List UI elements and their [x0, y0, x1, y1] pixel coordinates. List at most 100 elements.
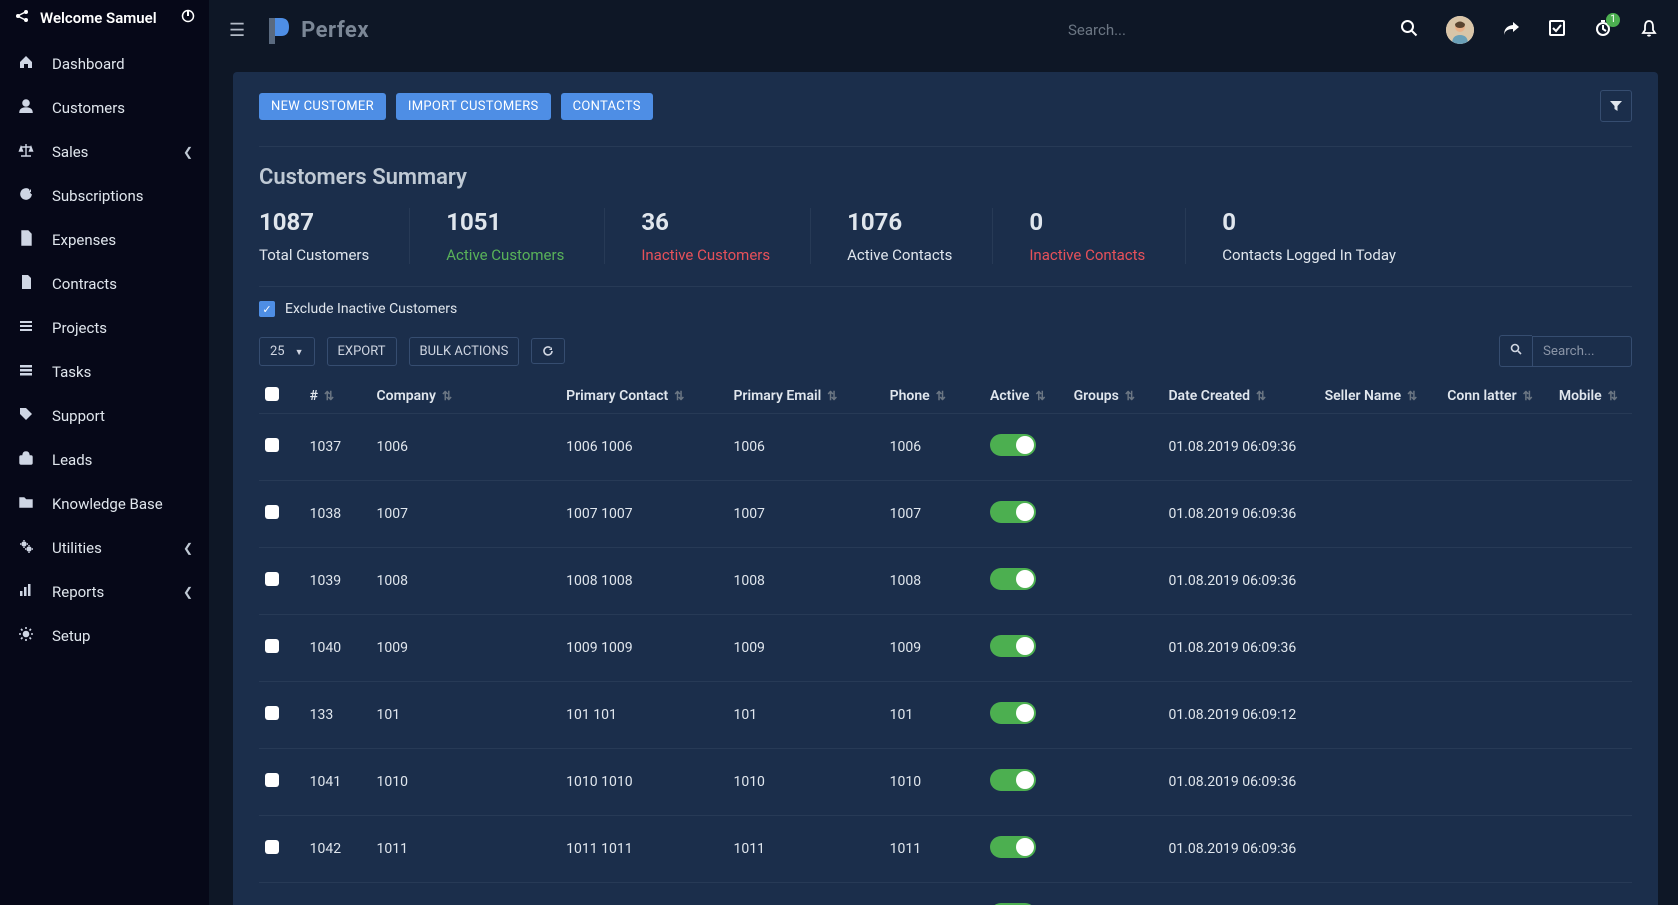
table-row: 1040 1009 1009 1009 1009 1009 01.08.2019… [259, 615, 1632, 682]
sidebar-item-knowledge-base[interactable]: Knowledge Base [0, 482, 209, 526]
export-button[interactable]: EXPORT [327, 337, 397, 366]
row-checkbox[interactable] [265, 706, 279, 720]
select-all-checkbox[interactable] [265, 387, 279, 401]
cell-company[interactable]: 1006 [371, 414, 561, 481]
cell-company[interactable]: 1009 [371, 615, 561, 682]
file-icon [16, 230, 36, 250]
sidebar-item-sales[interactable]: Sales❮ [0, 130, 209, 174]
power-icon[interactable] [181, 9, 195, 27]
cell-conn [1441, 749, 1553, 816]
page-size-select[interactable]: 25▼ [259, 337, 315, 366]
col-primary-email[interactable]: Primary Email⇅ [727, 379, 883, 414]
stats-row: 1087Total Customers1051Active Customers3… [259, 198, 1632, 287]
col-mobile[interactable]: Mobile⇅ [1553, 379, 1632, 414]
row-checkbox[interactable] [265, 505, 279, 519]
cell-company[interactable]: 101 [371, 682, 561, 749]
cell-seller [1319, 816, 1442, 883]
summary-title: Customers Summary [259, 147, 1632, 198]
cell-phone: 1007 [884, 481, 984, 548]
row-checkbox[interactable] [265, 773, 279, 787]
col-primary-contact[interactable]: Primary Contact⇅ [560, 379, 727, 414]
cell-id: 1041 [304, 749, 371, 816]
active-toggle[interactable] [990, 836, 1036, 858]
sidebar-item-leads[interactable]: Leads [0, 438, 209, 482]
col-seller-name[interactable]: Seller Name⇅ [1319, 379, 1442, 414]
sidebar-item-support[interactable]: Support [0, 394, 209, 438]
cell-company[interactable]: 1012 [371, 883, 561, 905]
active-toggle[interactable] [990, 635, 1036, 657]
brand: Perfex [267, 16, 369, 44]
stat-0: 1087Total Customers [259, 208, 410, 264]
active-toggle[interactable] [990, 501, 1036, 523]
sidebar-item-expenses[interactable]: Expenses [0, 218, 209, 262]
cell-id: 1040 [304, 615, 371, 682]
user-icon [16, 98, 36, 118]
row-checkbox[interactable] [265, 840, 279, 854]
sidebar-item-projects[interactable]: Projects [0, 306, 209, 350]
sidebar-item-reports[interactable]: Reports❮ [0, 570, 209, 614]
sidebar-item-utilities[interactable]: Utilities❮ [0, 526, 209, 570]
bell-icon[interactable] [1640, 19, 1658, 42]
stat-value: 0 [1222, 208, 1396, 236]
sidebar-item-label: Support [52, 407, 105, 425]
cell-company[interactable]: 1007 [371, 481, 561, 548]
table-search-input[interactable] [1532, 336, 1632, 367]
tag-icon [16, 406, 36, 426]
import-customers-button[interactable]: IMPORT CUSTOMERS [396, 93, 551, 120]
cell-company[interactable]: 1011 [371, 816, 561, 883]
checkbox-checked-icon[interactable]: ✓ [259, 301, 275, 317]
cell-mobile [1553, 816, 1632, 883]
exclude-inactive[interactable]: ✓ Exclude Inactive Customers [259, 287, 1632, 331]
stat-2: 36Inactive Customers [641, 208, 811, 264]
menu-toggle-icon[interactable]: ☰ [229, 20, 245, 41]
col-phone[interactable]: Phone⇅ [884, 379, 984, 414]
col-date-created[interactable]: Date Created⇅ [1162, 379, 1318, 414]
sidebar-item-customers[interactable]: Customers [0, 86, 209, 130]
active-toggle[interactable] [990, 702, 1036, 724]
row-checkbox[interactable] [265, 639, 279, 653]
active-toggle[interactable] [990, 568, 1036, 590]
active-toggle[interactable] [990, 769, 1036, 791]
sidebar-item-setup[interactable]: Setup [0, 614, 209, 658]
global-search-input[interactable] [1068, 21, 1368, 39]
sidebar-item-label: Leads [52, 451, 92, 469]
col-#[interactable]: #⇅ [304, 379, 371, 414]
forward-icon[interactable] [1502, 19, 1520, 42]
col-company[interactable]: Company⇅ [371, 379, 561, 414]
cell-contact: 1012 1012 [560, 883, 727, 905]
col-active[interactable]: Active⇅ [984, 379, 1068, 414]
row-checkbox[interactable] [265, 572, 279, 586]
sort-icon: ⇅ [1523, 389, 1533, 403]
timer-icon[interactable]: 1 [1594, 19, 1612, 42]
sidebar-item-contracts[interactable]: Contracts [0, 262, 209, 306]
cell-company[interactable]: 1010 [371, 749, 561, 816]
filter-button[interactable] [1600, 90, 1632, 122]
exclude-label: Exclude Inactive Customers [285, 301, 457, 317]
contacts-button[interactable]: CONTACTS [561, 93, 653, 120]
cell-email: 1006 [727, 414, 883, 481]
table-row: 1037 1006 1006 1006 1006 1006 01.08.2019… [259, 414, 1632, 481]
row-checkbox[interactable] [265, 438, 279, 452]
cell-conn [1441, 883, 1553, 905]
avatar[interactable] [1446, 16, 1474, 44]
refresh-button[interactable] [531, 338, 565, 364]
todo-icon[interactable] [1548, 19, 1566, 42]
brand-logo-icon [267, 16, 291, 44]
cell-email: 1009 [727, 615, 883, 682]
cell-company[interactable]: 1008 [371, 548, 561, 615]
col-groups[interactable]: Groups⇅ [1068, 379, 1163, 414]
bulk-actions-button[interactable]: BULK ACTIONS [409, 337, 520, 366]
cell-conn [1441, 481, 1553, 548]
col-conn-latter[interactable]: Conn latter⇅ [1441, 379, 1553, 414]
search-icon[interactable] [1400, 19, 1418, 42]
sidebar-item-tasks[interactable]: Tasks [0, 350, 209, 394]
table-search-icon[interactable] [1499, 335, 1532, 367]
sidebar-item-subscriptions[interactable]: Subscriptions [0, 174, 209, 218]
cell-phone: 101 [884, 682, 984, 749]
cell-groups [1068, 481, 1163, 548]
cell-mobile [1553, 615, 1632, 682]
chevron-left-icon: ❮ [183, 145, 193, 159]
new-customer-button[interactable]: NEW CUSTOMER [259, 93, 386, 120]
active-toggle[interactable] [990, 434, 1036, 456]
sidebar-item-dashboard[interactable]: Dashboard [0, 42, 209, 86]
